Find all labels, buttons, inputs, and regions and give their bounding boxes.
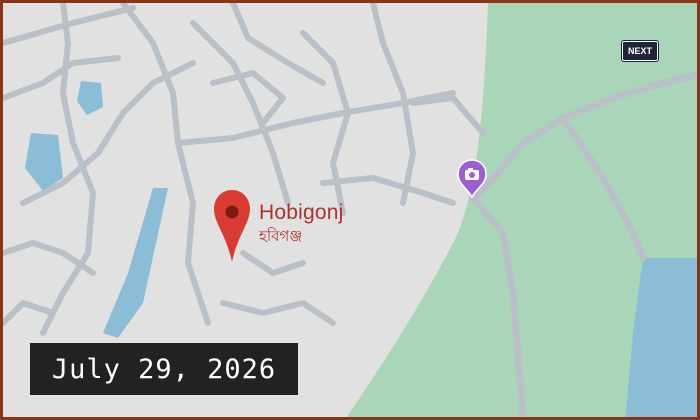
place-name: Hobigonj — [259, 201, 344, 224]
pond-1 — [25, 133, 63, 191]
date-overlay: July 29, 2026 — [30, 343, 298, 395]
place-name-local: হবিগঞ্জ — [259, 228, 303, 246]
river-left — [103, 188, 168, 338]
logo-text: NEXT — [627, 46, 652, 56]
pond-2 — [77, 81, 103, 115]
place-label[interactable]: Hobigonj হবিগঞ্জ — [259, 201, 344, 245]
map-frame: Hobigonj হবিগঞ্জ NEXT July 29, 2026 — [0, 0, 700, 420]
road-network — [3, 3, 486, 336]
date-text: July 29, 2026 — [51, 353, 277, 385]
channel-logo: NEXT — [622, 41, 658, 61]
camera-poi-icon[interactable] — [457, 158, 487, 198]
location-pin-icon[interactable] — [212, 188, 252, 264]
